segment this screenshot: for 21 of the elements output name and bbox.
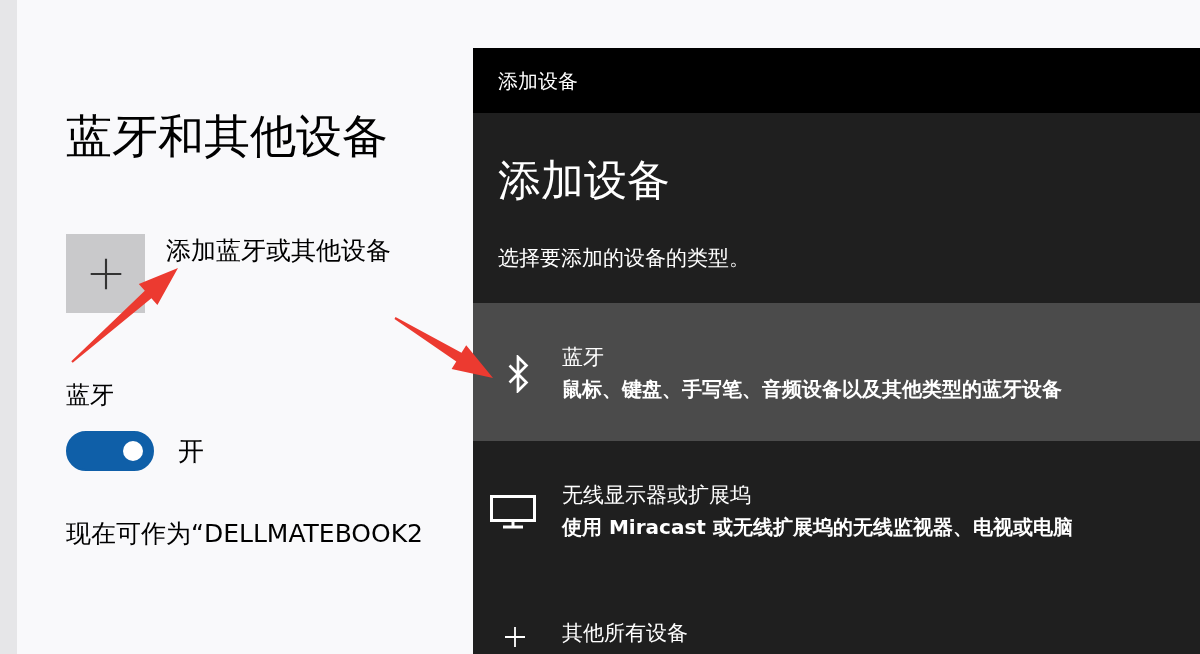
discoverable-text: 现在可作为“DELLMATEBOOK2 xyxy=(66,518,424,550)
dialog-heading: 添加设备 xyxy=(498,154,670,207)
option-title: 蓝牙 xyxy=(562,344,604,371)
bluetooth-toggle[interactable] xyxy=(66,431,154,471)
plus-icon xyxy=(504,627,525,647)
device-type-option[interactable]: 其他所有设备 xyxy=(473,579,1200,653)
toggle-state-text: 开 xyxy=(178,435,204,468)
bluetooth-icon xyxy=(506,354,529,393)
dialog-subtitle: 选择要添加的设备的类型。 xyxy=(498,245,750,272)
bluetooth-label: 蓝牙 xyxy=(66,380,114,411)
device-type-option[interactable]: 蓝牙 鼠标、键盘、手写笔、音频设备以及其他类型的蓝牙设备 xyxy=(473,303,1200,441)
option-description: 鼠标、键盘、手写笔、音频设备以及其他类型的蓝牙设备 xyxy=(562,376,1062,403)
add-device-button[interactable]: 添加蓝牙或其他设备 xyxy=(66,234,391,313)
monitor-icon xyxy=(489,494,536,529)
option-title: 无线显示器或扩展坞 xyxy=(562,482,751,509)
page-title: 蓝牙和其他设备 xyxy=(66,108,388,165)
option-description: 使用 Miracast 或无线扩展坞的无线监视器、电视或电脑 xyxy=(562,514,1073,541)
option-title: 其他所有设备 xyxy=(562,620,688,647)
plus-icon xyxy=(66,234,145,313)
device-type-option[interactable]: 无线显示器或扩展坞 使用 Miracast 或无线扩展坞的无线监视器、电视或电脑 xyxy=(473,441,1200,579)
window-title: 添加设备 xyxy=(498,67,578,95)
